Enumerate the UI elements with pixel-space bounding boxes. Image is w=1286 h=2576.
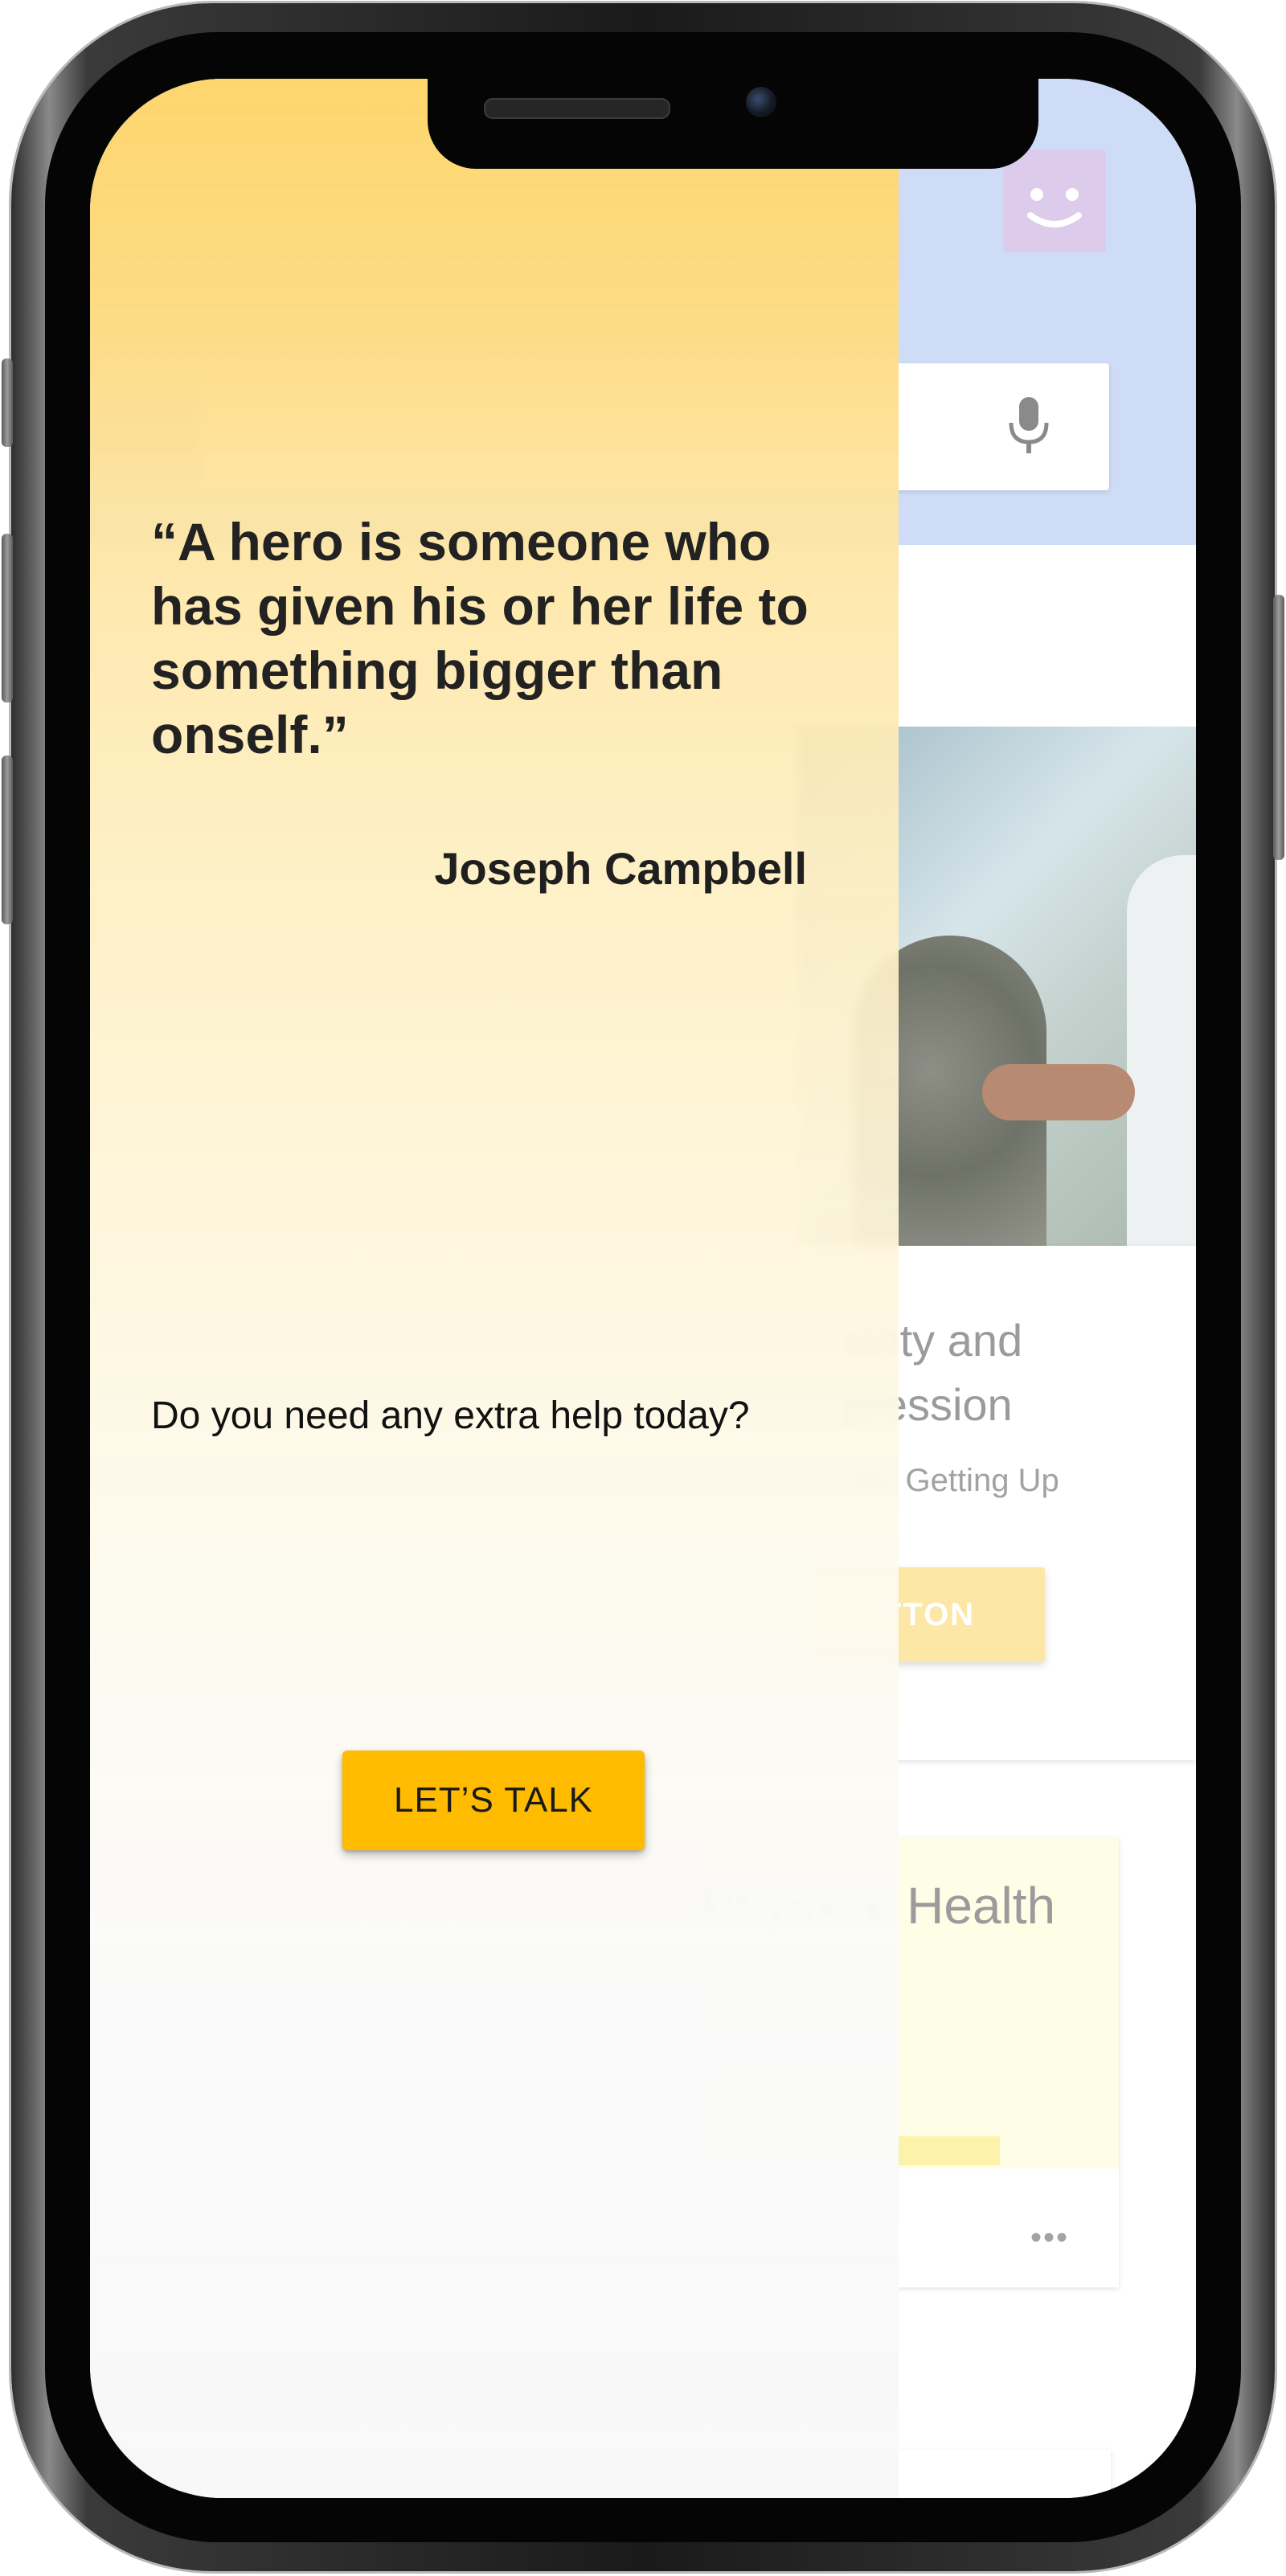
volume-down-button bbox=[2, 756, 13, 924]
lets-talk-button[interactable]: LET’S TALK bbox=[342, 1751, 645, 1850]
more-horizontal-icon[interactable]: ••• bbox=[1030, 2220, 1069, 2256]
quote-text: “A hero is someone who has given his or … bbox=[151, 512, 809, 764]
power-button bbox=[1273, 595, 1284, 860]
quote-author: Joseph Campbell bbox=[434, 843, 807, 894]
microphone-icon[interactable] bbox=[1005, 394, 1053, 458]
volume-up-button bbox=[2, 534, 13, 702]
health-progress-bar bbox=[894, 2136, 1000, 2165]
screen: xiety and pression ay: Getting Up TTON P… bbox=[90, 79, 1196, 2498]
smiley-icon[interactable] bbox=[1003, 149, 1106, 252]
help-question: Do you need any extra help today? bbox=[151, 1394, 750, 1437]
mute-switch bbox=[2, 358, 13, 447]
speaker-grille bbox=[484, 98, 670, 119]
front-camera bbox=[746, 87, 776, 117]
quote-overlay-panel: “A hero is someone who has given his or … bbox=[90, 79, 899, 2498]
notch bbox=[428, 79, 1038, 169]
